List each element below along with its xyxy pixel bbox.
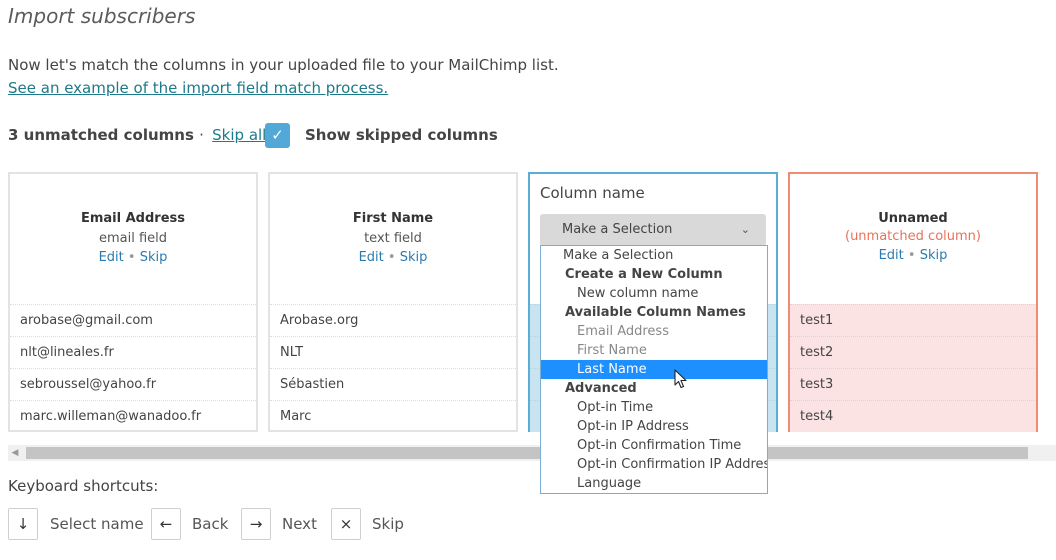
separator: · [199, 126, 204, 144]
keyboard-shortcuts-title: Keyboard shortcuts: [8, 477, 159, 495]
dropdown-option[interactable]: Opt-in Confirmation Time [541, 436, 767, 455]
column-card-unnamed: Unnamed (unmatched column) Edit • Skip t… [788, 172, 1038, 432]
table-row: test3 [790, 368, 1036, 400]
column-name: Email Address [80, 211, 185, 226]
column-card-email: Email Address email field Edit • Skip ar… [8, 172, 258, 432]
dot-separator: • [907, 248, 916, 263]
unmatched-count-text: 3 unmatched columns [8, 126, 194, 144]
example-link[interactable]: See an example of the import field match… [8, 79, 388, 97]
show-skipped-checkbox[interactable]: ✓ [265, 123, 290, 148]
skip-all-link[interactable]: Skip all [212, 126, 266, 144]
table-row: nlt@lineales.fr [10, 336, 256, 368]
column-card-first-name: First Name text field Edit • Skip Arobas… [268, 172, 518, 432]
edit-link[interactable]: Edit [879, 248, 904, 263]
table-row: test2 [790, 336, 1036, 368]
dropdown-option-disabled: First Name [577, 343, 647, 358]
close-icon: × [331, 508, 361, 540]
table-row: arobase@gmail.com [10, 304, 256, 336]
column-name-dropdown: Make a Selection Create a New Column New… [540, 245, 768, 494]
edit-link[interactable]: Edit [359, 250, 384, 265]
skip-link[interactable]: Skip [920, 248, 948, 263]
column-actions: Edit • Skip [270, 250, 516, 265]
shortcut-label: Next [282, 515, 317, 533]
unmatched-count: 3 unmatched columns · Skip all [8, 126, 266, 144]
page-title: Import subscribers [8, 4, 196, 28]
edit-link[interactable]: Edit [99, 250, 124, 265]
skip-link[interactable]: Skip [140, 250, 168, 265]
arrow-down-icon: ↓ [8, 508, 38, 540]
dropdown-option[interactable]: Language [541, 474, 767, 493]
dropdown-option[interactable]: Opt-in Time [541, 398, 767, 417]
skip-link[interactable]: Skip [400, 250, 428, 265]
column-type: email field [98, 231, 168, 246]
intro-text: Now let's match the columns in your uplo… [8, 56, 559, 74]
dropdown-group-label: Advanced [565, 381, 637, 396]
table-row: marc.willeman@wanadoo.fr [10, 400, 256, 432]
dot-separator: • [387, 250, 396, 265]
chevron-down-icon: ⌄ [740, 223, 750, 236]
column-type: text field [364, 231, 422, 246]
dropdown-option-disabled: Email Address [577, 324, 669, 339]
scroll-left-icon[interactable]: ◀ [8, 445, 22, 461]
horizontal-scrollbar[interactable]: ◀ [8, 445, 1056, 461]
column-actions: Edit • Skip [790, 248, 1036, 263]
select-value: Make a Selection [562, 222, 673, 237]
dropdown-option-highlighted[interactable]: Last Name [541, 360, 767, 379]
column-name-select[interactable]: Make a Selection ⌄ [540, 214, 766, 246]
table-row: NLT [270, 336, 516, 368]
shortcut-label: Select name [50, 515, 144, 533]
arrow-left-icon: ← [151, 508, 181, 540]
table-row: Sébastien [270, 368, 516, 400]
dropdown-option[interactable]: Opt-in Confirmation IP Address [541, 455, 767, 474]
table-row: test4 [790, 400, 1036, 432]
table-row: test1 [790, 304, 1036, 336]
arrow-right-icon: → [241, 508, 271, 540]
dropdown-group-label: Available Column Names [565, 305, 746, 320]
show-skipped-label: Show skipped columns [305, 126, 498, 144]
column-actions: Edit • Skip [10, 250, 256, 265]
dot-separator: • [127, 250, 136, 265]
mouse-cursor-icon [674, 369, 687, 389]
column-type: (unmatched column) [845, 229, 981, 244]
dropdown-option[interactable]: Make a Selection [541, 246, 767, 265]
column-name: First Name [352, 211, 434, 226]
dropdown-option[interactable]: Opt-in IP Address [541, 417, 767, 436]
shortcut-label: Back [192, 515, 229, 533]
scrollbar-thumb[interactable] [26, 447, 1028, 459]
table-row: Marc [270, 400, 516, 432]
checkmark-icon: ✓ [271, 126, 284, 144]
column-name-label: Column name [540, 184, 645, 202]
table-row: Arobase.org [270, 304, 516, 336]
dropdown-option[interactable]: New column name [541, 284, 767, 303]
column-name: Unnamed [878, 211, 948, 226]
dropdown-group-label: Create a New Column [565, 267, 723, 282]
table-row: sebroussel@yahoo.fr [10, 368, 256, 400]
shortcut-label: Skip [372, 515, 404, 533]
